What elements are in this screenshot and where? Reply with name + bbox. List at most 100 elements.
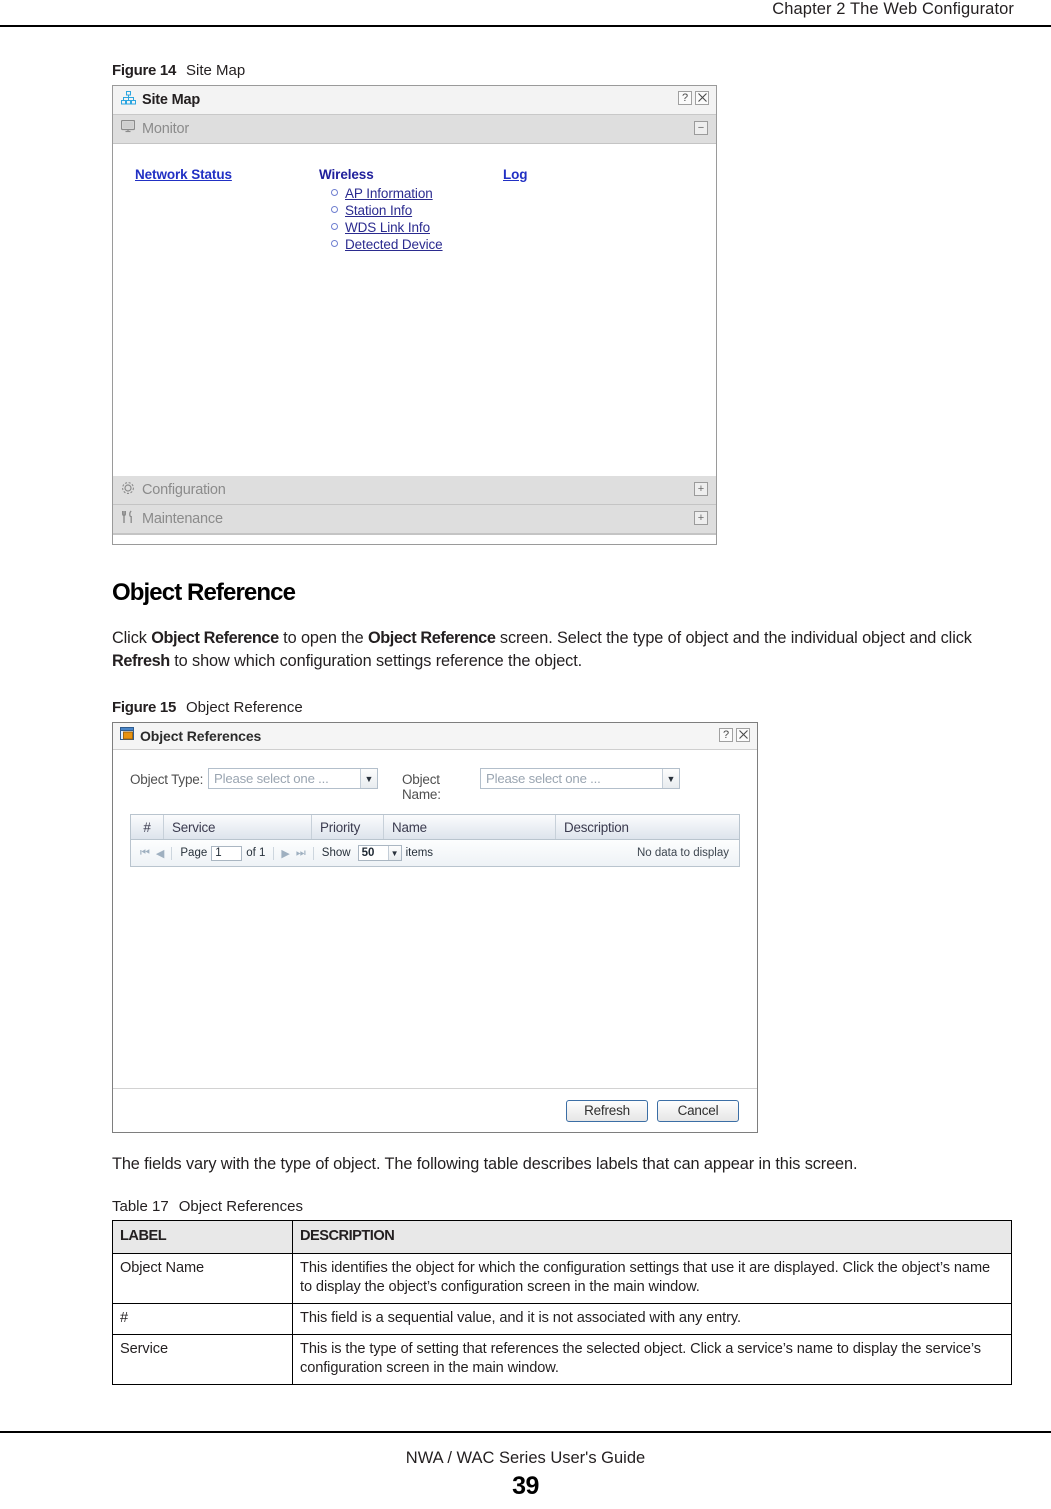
close-icon[interactable] [736,728,750,742]
bullet-icon [331,223,338,230]
page-size-value: 50 [361,847,375,859]
page-number-input[interactable]: 1 [211,845,243,861]
expand-toggle-maintenance[interactable]: + [694,511,708,525]
site-map-titlebar: Site Map ? [113,86,716,115]
object-references-titlebar: Object References ? [113,723,757,750]
page-header: Chapter 2 The Web Configurator [0,0,1051,22]
table-17-caption: Table 17 Object References [112,1198,1012,1215]
link-network-status[interactable]: Network Status [135,167,232,182]
site-map-section-configuration[interactable]: Configuration + [113,476,716,505]
guide-title: NWA / WAC Series User's Guide [405,1449,646,1467]
section-heading-object-reference: Object Reference [112,579,296,606]
site-map-column-network-status: Network Status [135,166,232,184]
table-row: Object Name This identifies the object f… [112,1253,1012,1304]
object-type-value: Please select one ... [214,771,329,786]
help-icon[interactable]: ? [678,91,692,105]
page-total-label: of 1 [246,847,266,859]
table-header-row: LABEL DESCRIPTION [112,1220,1012,1254]
page-number: 39 [512,1472,539,1500]
row-label: Service [112,1334,293,1385]
column-header-description[interactable]: Description [556,815,739,839]
pager-divider [273,846,275,860]
para-text-4: to show which configuration settings ref… [169,652,583,670]
column-header-priority[interactable]: Priority [312,815,384,839]
chevron-down-icon[interactable]: ▼ [360,769,377,788]
column-header-service[interactable]: Service [164,815,312,839]
table-17: LABEL DESCRIPTION Object Name This ident… [112,1220,1012,1385]
monitor-icon [120,119,136,138]
expand-toggle-configuration[interactable]: + [694,482,708,496]
table-row: # This field is a sequential value, and … [112,1303,1012,1335]
gear-icon [121,481,135,500]
object-references-window: Object References ? Object Type: Please … [112,722,758,1133]
grid-header-row: # Service Priority Name Description [131,815,739,840]
cancel-button[interactable]: Cancel [657,1099,739,1122]
row-description: This field is a sequential value, and it… [292,1303,1012,1335]
object-type-label: Object Type: [130,772,204,787]
footer-divider [0,1431,1051,1433]
list-item[interactable]: Station Info [331,203,443,218]
para-text-2: to open the [278,629,368,647]
row-description: This is the type of setting that referen… [292,1334,1012,1385]
link-station-info[interactable]: Station Info [345,203,412,218]
bullet-icon [331,206,338,213]
prev-page-icon[interactable]: ◀ [153,847,167,860]
table-row: Service This is the type of setting that… [112,1334,1012,1385]
header-divider [0,25,1051,27]
list-item[interactable]: WDS Link Info [331,220,443,235]
grid-pager: ⏮ ◀ Page 1 of 1 ▶ ⏭ Show 50 ▼ items No d… [131,840,739,866]
object-type-select[interactable]: Please select one ... ▼ [208,768,378,789]
row-label: Object Name [112,1253,293,1304]
row-description: This identifies the object for which the… [292,1253,1012,1304]
link-wds-link-info[interactable]: WDS Link Info [345,220,430,235]
object-name-label: Object Name: [402,772,441,802]
show-label: Show [321,847,351,859]
link-ap-information[interactable]: AP Information [345,186,433,201]
para-bold-1: Object Reference [151,629,279,647]
page-footer: NWA / WAC Series User's Guide 39 [0,1449,1051,1501]
no-data-message: No data to display [636,847,729,859]
collapse-toggle-monitor[interactable]: − [694,121,708,135]
para-bold-2: Object Reference [367,629,496,647]
figure-14-title: Site Map [186,62,246,79]
list-item[interactable]: AP Information [331,186,443,201]
link-log[interactable]: Log [503,167,528,182]
figure-15-caption: Figure 15 Object Reference [112,699,1012,716]
site-map-section-monitor[interactable]: Monitor − [113,115,716,144]
chapter-title: Chapter 2 The Web Configurator [772,0,1014,18]
para-text-1: Click [112,629,152,647]
next-page-icon[interactable]: ▶ [278,847,292,860]
pager-divider [171,846,173,860]
chevron-down-icon[interactable]: ▼ [387,846,401,860]
after-figure-paragraph: The fields vary with the type of object.… [112,1155,858,1173]
references-grid: # Service Priority Name Description ⏮ ◀ … [130,814,740,867]
bullet-icon [331,189,338,196]
column-header-label: LABEL [112,1220,293,1254]
page-label: Page [180,847,208,859]
help-icon[interactable]: ? [719,728,733,742]
site-map-monitor-body: Network Status Wireless AP Information S… [113,144,716,476]
object-name-value: Please select one ... [486,771,601,786]
figure-14-caption: Figure 14 Site Map [112,62,1012,79]
figure-14-number: Figure 14 [112,62,176,79]
site-map-column-log: Log [503,166,528,184]
sitemap-icon [121,90,136,110]
figure-15-title: Object Reference [186,699,303,716]
site-map-section-label: Maintenance [142,511,223,527]
page-size-select[interactable]: 50 ▼ [357,845,402,861]
close-icon[interactable] [695,91,709,105]
object-name-select[interactable]: Please select one ... ▼ [480,768,680,789]
document-content: Figure 14 Site Map Site Map ? Monitor − … [112,62,1012,1385]
refresh-button[interactable]: Refresh [566,1099,648,1122]
heading-wireless: Wireless [319,167,374,182]
column-header-index[interactable]: # [131,815,164,839]
column-header-name[interactable]: Name [384,815,556,839]
last-page-icon[interactable]: ⏭ [293,847,309,860]
link-detected-device[interactable]: Detected Device [345,237,443,252]
object-references-title: Object References [140,728,262,744]
list-item[interactable]: Detected Device [331,237,443,252]
chevron-down-icon[interactable]: ▼ [662,769,679,788]
first-page-icon[interactable]: ⏮ [137,847,153,860]
table-17-title: Object References [178,1198,303,1215]
site-map-section-maintenance[interactable]: Maintenance + [113,505,716,534]
